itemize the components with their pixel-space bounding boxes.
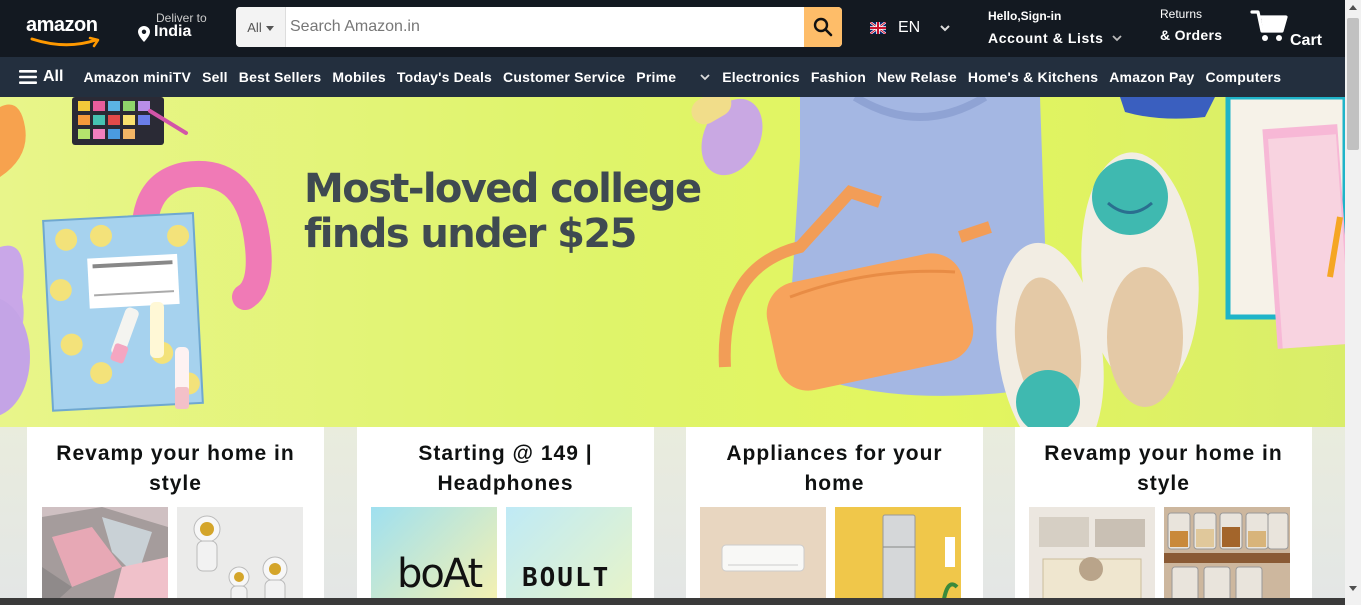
- uk-flag-icon: [870, 22, 886, 34]
- chevron-down-icon: [700, 73, 710, 80]
- nav-item-sell[interactable]: Sell: [202, 69, 228, 85]
- card-title: Revamp your home in style: [56, 442, 295, 495]
- hero-illustration: [0, 97, 1345, 427]
- nav-item-new-release[interactable]: New Relase: [877, 69, 957, 85]
- top-nav: amazon Deliver to India All Search Amazo…: [0, 0, 1345, 57]
- nav-item-amazon-pay[interactable]: Amazon Pay: [1109, 69, 1194, 85]
- product-card[interactable]: Appliances for your home: [686, 427, 983, 605]
- all-menu-button[interactable]: All: [19, 68, 63, 86]
- cart-button[interactable]: Cart: [1250, 9, 1340, 51]
- search-bar: All: [236, 7, 842, 47]
- storage-baskets-image[interactable]: [1029, 507, 1155, 605]
- scroll-up-arrow-icon[interactable]: [1349, 5, 1357, 10]
- caret-down-icon: [265, 25, 274, 31]
- refrigerator-icon: [835, 507, 961, 605]
- boult-headphones-image[interactable]: BOULT: [506, 507, 632, 605]
- boat-headphones-image[interactable]: boAt: [371, 507, 497, 605]
- card-title: Starting @ 149 | Headphones: [418, 442, 593, 495]
- hero-headline: Most-loved college finds under $25: [304, 167, 724, 257]
- cart-icon: [1250, 10, 1288, 41]
- astronaut-figurine-icon: [177, 507, 303, 605]
- scroll-down-arrow-icon[interactable]: [1349, 586, 1357, 591]
- astronaut-figurines-image[interactable]: [177, 507, 303, 605]
- account-lists-label: Account & Lists: [988, 30, 1104, 46]
- amazon-logo[interactable]: amazon: [26, 14, 108, 48]
- account-lists-row: Account & Lists: [988, 29, 1138, 47]
- all-menu-label: All: [43, 68, 64, 85]
- hero-banner[interactable]: Most-loved college finds under $25: [0, 97, 1345, 427]
- product-card[interactable]: Revamp your home in style: [1015, 427, 1312, 605]
- bottom-edge: [0, 598, 1345, 605]
- glass-jars-image[interactable]: [1164, 507, 1290, 605]
- search-category-dropdown[interactable]: All: [236, 7, 286, 47]
- returns-orders[interactable]: Returns & Orders: [1160, 6, 1240, 44]
- search-icon: [813, 17, 833, 37]
- secondary-nav: All Amazon miniTV Sell Best Sellers Mobi…: [0, 57, 1345, 97]
- chevron-down-icon: [940, 24, 950, 31]
- cart-label: Cart: [1290, 32, 1323, 49]
- nav-item-best-sellers[interactable]: Best Sellers: [239, 69, 322, 85]
- refrigerator-image[interactable]: [835, 507, 961, 605]
- storage-basket-icon: [1029, 507, 1155, 605]
- nav-item-electronics[interactable]: Electronics: [722, 69, 800, 85]
- boult-logo: BOULT: [522, 563, 611, 593]
- page-scrollbar[interactable]: [1345, 0, 1361, 605]
- orders-label: & Orders: [1160, 27, 1223, 43]
- smile-arrow-icon: [30, 36, 100, 48]
- card-title: Appliances for your home: [726, 442, 943, 495]
- language-selector[interactable]: EN: [870, 15, 960, 41]
- nav-item-todays-deals[interactable]: Today's Deals: [397, 69, 492, 85]
- hero-headline-line1: Most-loved college: [304, 166, 702, 212]
- logo-text: amazon: [26, 14, 98, 36]
- air-conditioner-image[interactable]: [700, 507, 826, 605]
- nav-item-amazon-minitv[interactable]: Amazon miniTV: [83, 69, 191, 85]
- search-button[interactable]: [804, 7, 842, 47]
- air-conditioner-icon: [700, 507, 826, 605]
- account-lists[interactable]: Hello,Sign-in Account & Lists: [988, 8, 1138, 47]
- nav-item-mobiles[interactable]: Mobiles: [332, 69, 386, 85]
- patterned-rug-image[interactable]: [42, 507, 168, 605]
- nav-item-home-kitchens[interactable]: Home's & Kitchens: [968, 69, 1098, 85]
- nav-item-prime[interactable]: Prime: [636, 69, 710, 85]
- hamburger-menu-icon: [19, 70, 37, 84]
- patterned-rug-icon: [42, 507, 168, 605]
- product-cards-section: Revamp your home in style Starting @ 149…: [0, 427, 1345, 605]
- search-input[interactable]: [286, 7, 804, 47]
- nav-item-prime-label: Prime: [636, 69, 677, 85]
- boat-logo: boAt: [397, 551, 483, 597]
- chevron-down-icon: [1111, 34, 1122, 41]
- nav-item-fashion[interactable]: Fashion: [811, 69, 866, 85]
- language-code: EN: [898, 19, 921, 36]
- location-pin-icon: [138, 26, 150, 42]
- nav-item-customer-service[interactable]: Customer Service: [503, 69, 625, 85]
- account-greeting: Hello,Sign-in: [988, 9, 1062, 23]
- returns-label: Returns: [1160, 7, 1203, 21]
- nav-item-computers[interactable]: Computers: [1206, 69, 1282, 85]
- product-card[interactable]: Revamp your home in style: [27, 427, 324, 605]
- glass-jar-icon: [1164, 507, 1290, 605]
- scrollbar-thumb[interactable]: [1347, 18, 1359, 150]
- card-title: Revamp your home in style: [1044, 442, 1283, 495]
- deliver-to-location: India: [154, 23, 192, 40]
- product-card[interactable]: Starting @ 149 | Headphones boAt BOULT: [357, 427, 654, 605]
- search-category-label: All: [247, 19, 262, 35]
- hero-headline-line2: finds under $25: [304, 211, 637, 257]
